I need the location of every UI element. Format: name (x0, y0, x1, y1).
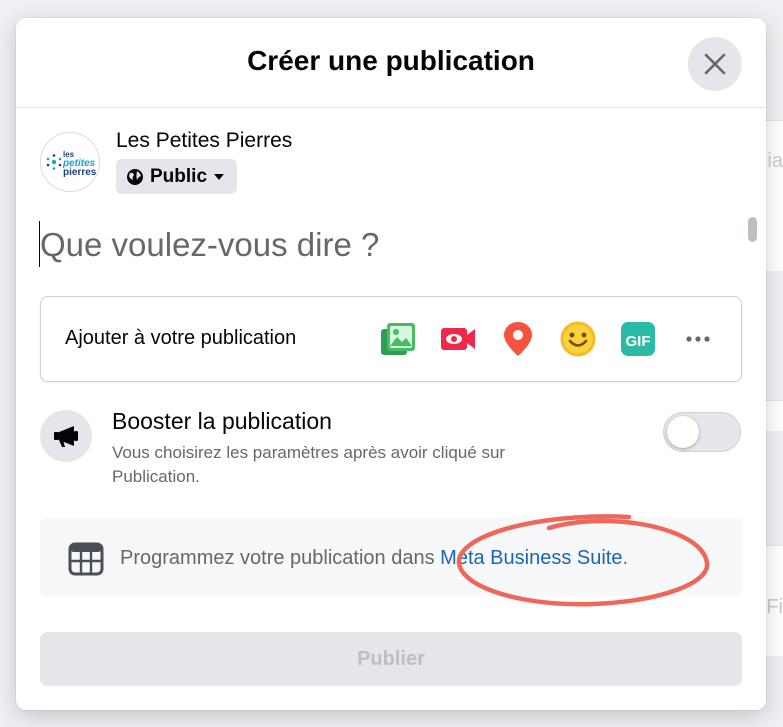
toggle-knob (667, 416, 699, 448)
photo-video-icon[interactable] (379, 320, 417, 358)
dialog-header: Créer une publication (16, 18, 766, 108)
create-post-dialog: Créer une publication les petites pierre… (16, 18, 766, 710)
calendar-icon (68, 542, 104, 576)
boost-title: Booster la publication (112, 408, 332, 434)
boost-post-icon-wrapper (40, 410, 92, 462)
close-button[interactable] (688, 37, 742, 91)
more-icon[interactable] (679, 320, 717, 358)
add-to-post-bar: Ajouter à votre publication GIF (40, 296, 742, 382)
highlight-circle-annotation (456, 514, 710, 607)
boost-toggle[interactable] (663, 412, 741, 452)
location-pin-icon[interactable] (499, 320, 537, 358)
gif-icon-label: GIF (626, 333, 651, 350)
audience-selector[interactable]: Public (116, 159, 238, 194)
scrollbar-thumb[interactable] (748, 217, 757, 242)
globe-icon (127, 168, 143, 185)
page-avatar[interactable]: les petites pierres (40, 132, 100, 192)
background-panel (763, 120, 783, 271)
dialog-title: Créer une publication (247, 45, 535, 76)
live-video-icon[interactable] (439, 320, 477, 358)
schedule-prefix: Programmez votre publication dans (120, 547, 441, 569)
feeling-emoji-icon[interactable] (559, 320, 597, 358)
background-panel (763, 400, 783, 431)
close-icon (704, 53, 726, 75)
caret-down-icon (214, 173, 225, 180)
megaphone-icon (54, 426, 78, 447)
publish-button[interactable]: Publier (40, 632, 742, 686)
background-text: ia (767, 150, 783, 172)
add-to-post-label: Ajouter à votre publication (65, 327, 297, 349)
logo-line: pierres (63, 167, 97, 178)
boost-description: Vous choisirez les paramètres après avoi… (112, 443, 506, 486)
background-text: Fi (766, 596, 783, 618)
post-text-input[interactable] (40, 220, 730, 270)
audience-label: Public (150, 165, 208, 187)
gif-icon[interactable]: GIF (619, 320, 657, 358)
author-name: Les Petites Pierres (116, 129, 293, 152)
page-logo: les petites pierres (63, 150, 97, 178)
logo-dots-icon (46, 154, 62, 170)
